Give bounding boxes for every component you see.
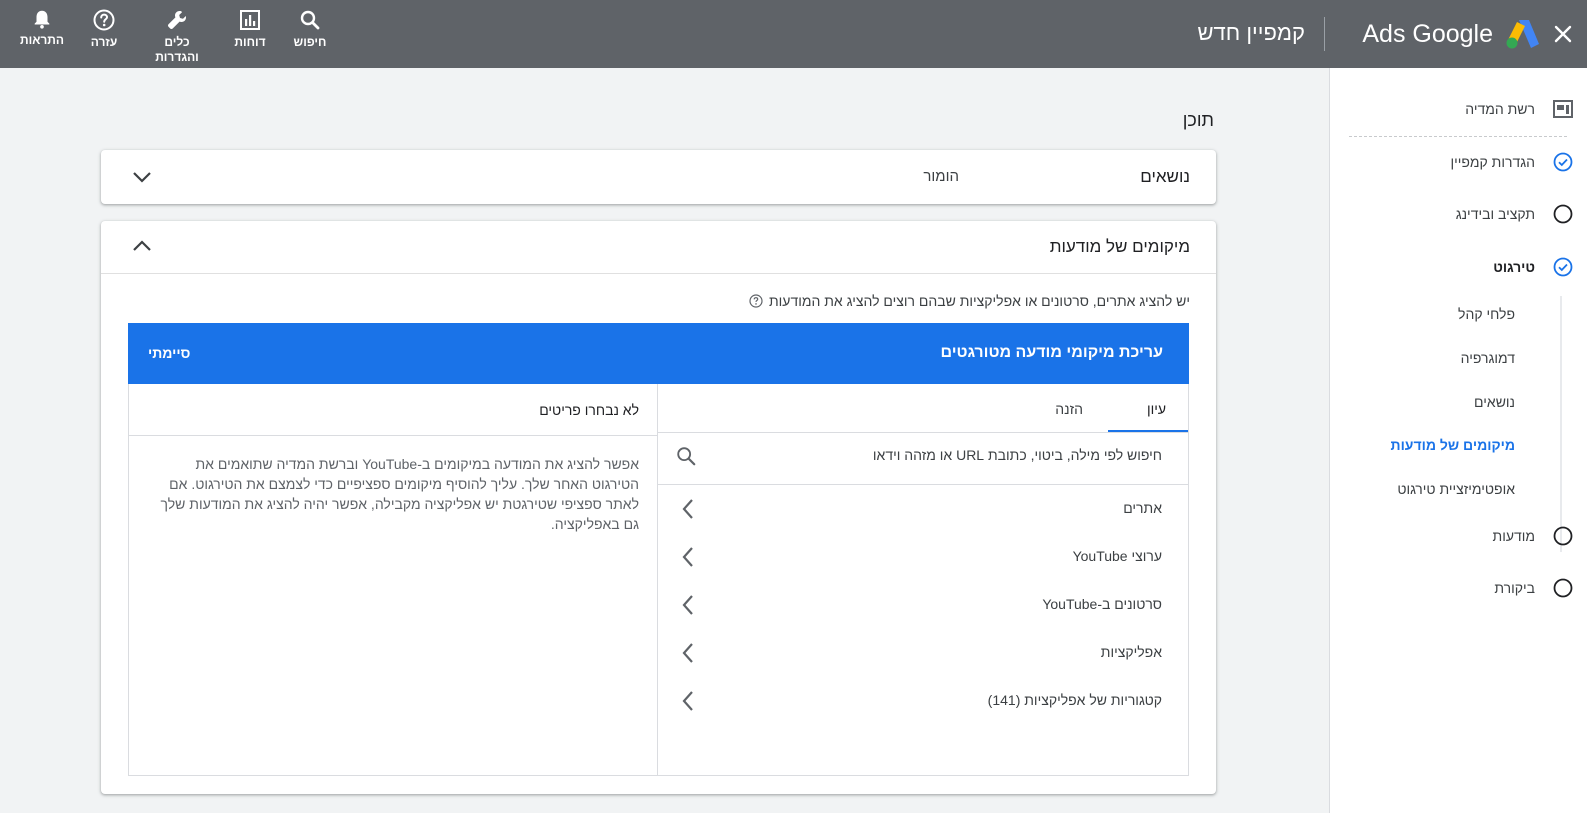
reports-label: דוחות [234,35,266,49]
google-ads-brand: Ads Google [1362,14,1541,54]
placements-card: מיקומים של מודעות יש להציג אתרים, סרטוני… [101,221,1216,794]
step-label: תקציב ובידינג [1455,206,1535,222]
expand-topics-button[interactable] [129,164,155,190]
placement-search-input[interactable] [742,447,1162,463]
display-network-icon [1553,100,1573,118]
placements-instruction: יש להציג אתרים, סרטונים או אפליקציות שבה… [749,293,1190,309]
wrench-icon [167,11,186,30]
search-icon [300,10,320,30]
sidebar-subitem-placements[interactable]: מיקומים של מודעות [1391,437,1515,453]
header-divider [1324,17,1325,51]
category-label: אתרים [1123,500,1162,516]
placements-editor: עיון הזנה אתרים ערוצי Yo [128,384,1189,776]
placement-search [657,433,1188,485]
check-circle-icon [1553,152,1573,172]
google-ads-logo-icon [1506,20,1539,49]
chevron-down-icon [133,172,151,183]
sidebar-subitem-targeting-optimization[interactable]: אופטימיזציית טירגוט [1397,481,1515,497]
category-label: אפליקציות [1100,644,1162,660]
collapse-placements-button[interactable] [129,233,155,259]
category-label: ערוצי YouTube [1072,548,1162,564]
browse-panel: עיון הזנה אתרים ערוצי Yo [657,384,1188,775]
help-button[interactable]: עזרה [74,0,134,68]
list-item-youtube-channels[interactable]: ערוצי YouTube [657,533,1188,581]
top-app-bar: Ads Google קמפיין חדש התראות עזרה כלים ו… [0,0,1587,68]
header-actions: התראות עזרה כלים והגדרות דוחות חיפוש [10,0,340,68]
sidebar-subitem-audiences[interactable]: פלחי קהל [1458,306,1515,322]
close-button[interactable] [1545,14,1581,54]
sub-steps-rail [1560,296,1562,552]
sidebar-subitem-demographics[interactable]: דמוגרפיה [1461,350,1515,366]
instruction-text: יש להציג אתרים, סרטונים או אפליקציות שבה… [768,293,1190,309]
campaign-title: קמפיין חדש [1197,20,1306,45]
placement-search-button[interactable] [675,445,697,472]
sidebar-item-budget-bidding[interactable]: תקציב ובידינג [1329,199,1587,229]
edit-placements-bar: עריכת מיקומי מודעה מטורגטים סיימתי [128,323,1189,384]
category-label: סרטונים ב-YouTube [1042,596,1162,612]
list-item-app-categories[interactable]: קטגוריות של אפליקציות (141) [657,677,1188,725]
selected-panel: לא נבחרו פריטים אפשר להציג את המודעה במי… [128,384,658,775]
sidebar-item-targeting[interactable]: טירגוט [1329,252,1587,282]
category-label: קטגוריות של אפליקציות (141) [987,692,1162,708]
bell-icon [34,10,50,29]
tools-settings-label: כלים והגדרות [155,35,199,64]
page-title: תוכן [1182,110,1214,130]
sidebar-item-review[interactable]: ביקורת [1329,573,1587,603]
sidebar-divider [1349,136,1567,137]
step-label: טירגוט [1493,259,1535,275]
chevron-left-icon [682,643,693,663]
sidebar-item-display-network: רשת המדיה [1329,94,1587,124]
help-icon [93,9,115,31]
step-label: הגדרות קמפיין [1450,154,1535,170]
empty-circle-icon [1553,578,1573,598]
topics-card[interactable]: נושאים הומור [101,150,1216,204]
search-button[interactable]: חיפוש [280,0,340,68]
reports-icon [240,10,260,30]
list-item-websites[interactable]: אתרים [657,485,1188,533]
empty-circle-icon [1553,204,1573,224]
step-label: ביקורת [1494,580,1535,596]
chevron-left-icon [682,691,693,711]
chevron-left-icon [682,547,693,567]
edit-placements-title: עריכת מיקומי מודעה מטורגטים [940,344,1163,361]
close-icon [1554,25,1572,43]
help-circle-icon[interactable] [749,294,763,308]
campaign-type-label: רשת המדיה [1465,101,1535,117]
card-divider [101,273,1216,274]
chevron-left-icon [682,595,693,615]
chevron-up-icon [133,240,151,251]
search-label: חיפוש [293,35,327,49]
brand-name: Ads Google [1362,19,1493,48]
sidebar-item-ads[interactable]: מודעות [1329,521,1587,551]
search-icon [677,447,696,466]
chevron-left-icon [682,499,693,519]
sidebar-subitem-topics[interactable]: נושאים [1474,394,1515,410]
selected-help-text: אפשר להציג את המודעה במיקומים ב-YouTube … [160,456,639,532]
step-label: מודעות [1492,528,1535,544]
help-label: עזרה [90,35,118,49]
tab-enter[interactable]: הזנה [1055,401,1083,417]
selected-header: לא נבחרו פריטים [128,384,657,436]
empty-circle-icon [1553,526,1573,546]
topics-value: הומור [923,168,959,185]
placements-heading: מיקומים של מודעות [1049,237,1190,256]
done-button[interactable]: סיימתי [148,345,190,361]
notifications-button[interactable]: התראות [10,0,74,68]
topics-heading: נושאים [1140,167,1190,186]
campaign-steps-sidebar: רשת המדיה הגדרות קמפיין תקציב ובידינג טי… [1329,68,1587,813]
browse-tabs: עיון הזנה [657,384,1188,433]
tab-browse[interactable]: עיון [1147,401,1166,417]
list-item-youtube-videos[interactable]: סרטונים ב-YouTube [657,581,1188,629]
list-item-apps[interactable]: אפליקציות [657,629,1188,677]
tools-settings-button[interactable]: כלים והגדרות [134,0,220,68]
reports-button[interactable]: דוחות [220,0,280,68]
sidebar-item-campaign-settings[interactable]: הגדרות קמפיין [1329,147,1587,177]
check-circle-icon [1553,257,1573,277]
notifications-label: התראות [19,33,65,47]
selected-title: לא נבחרו פריטים [539,402,639,418]
